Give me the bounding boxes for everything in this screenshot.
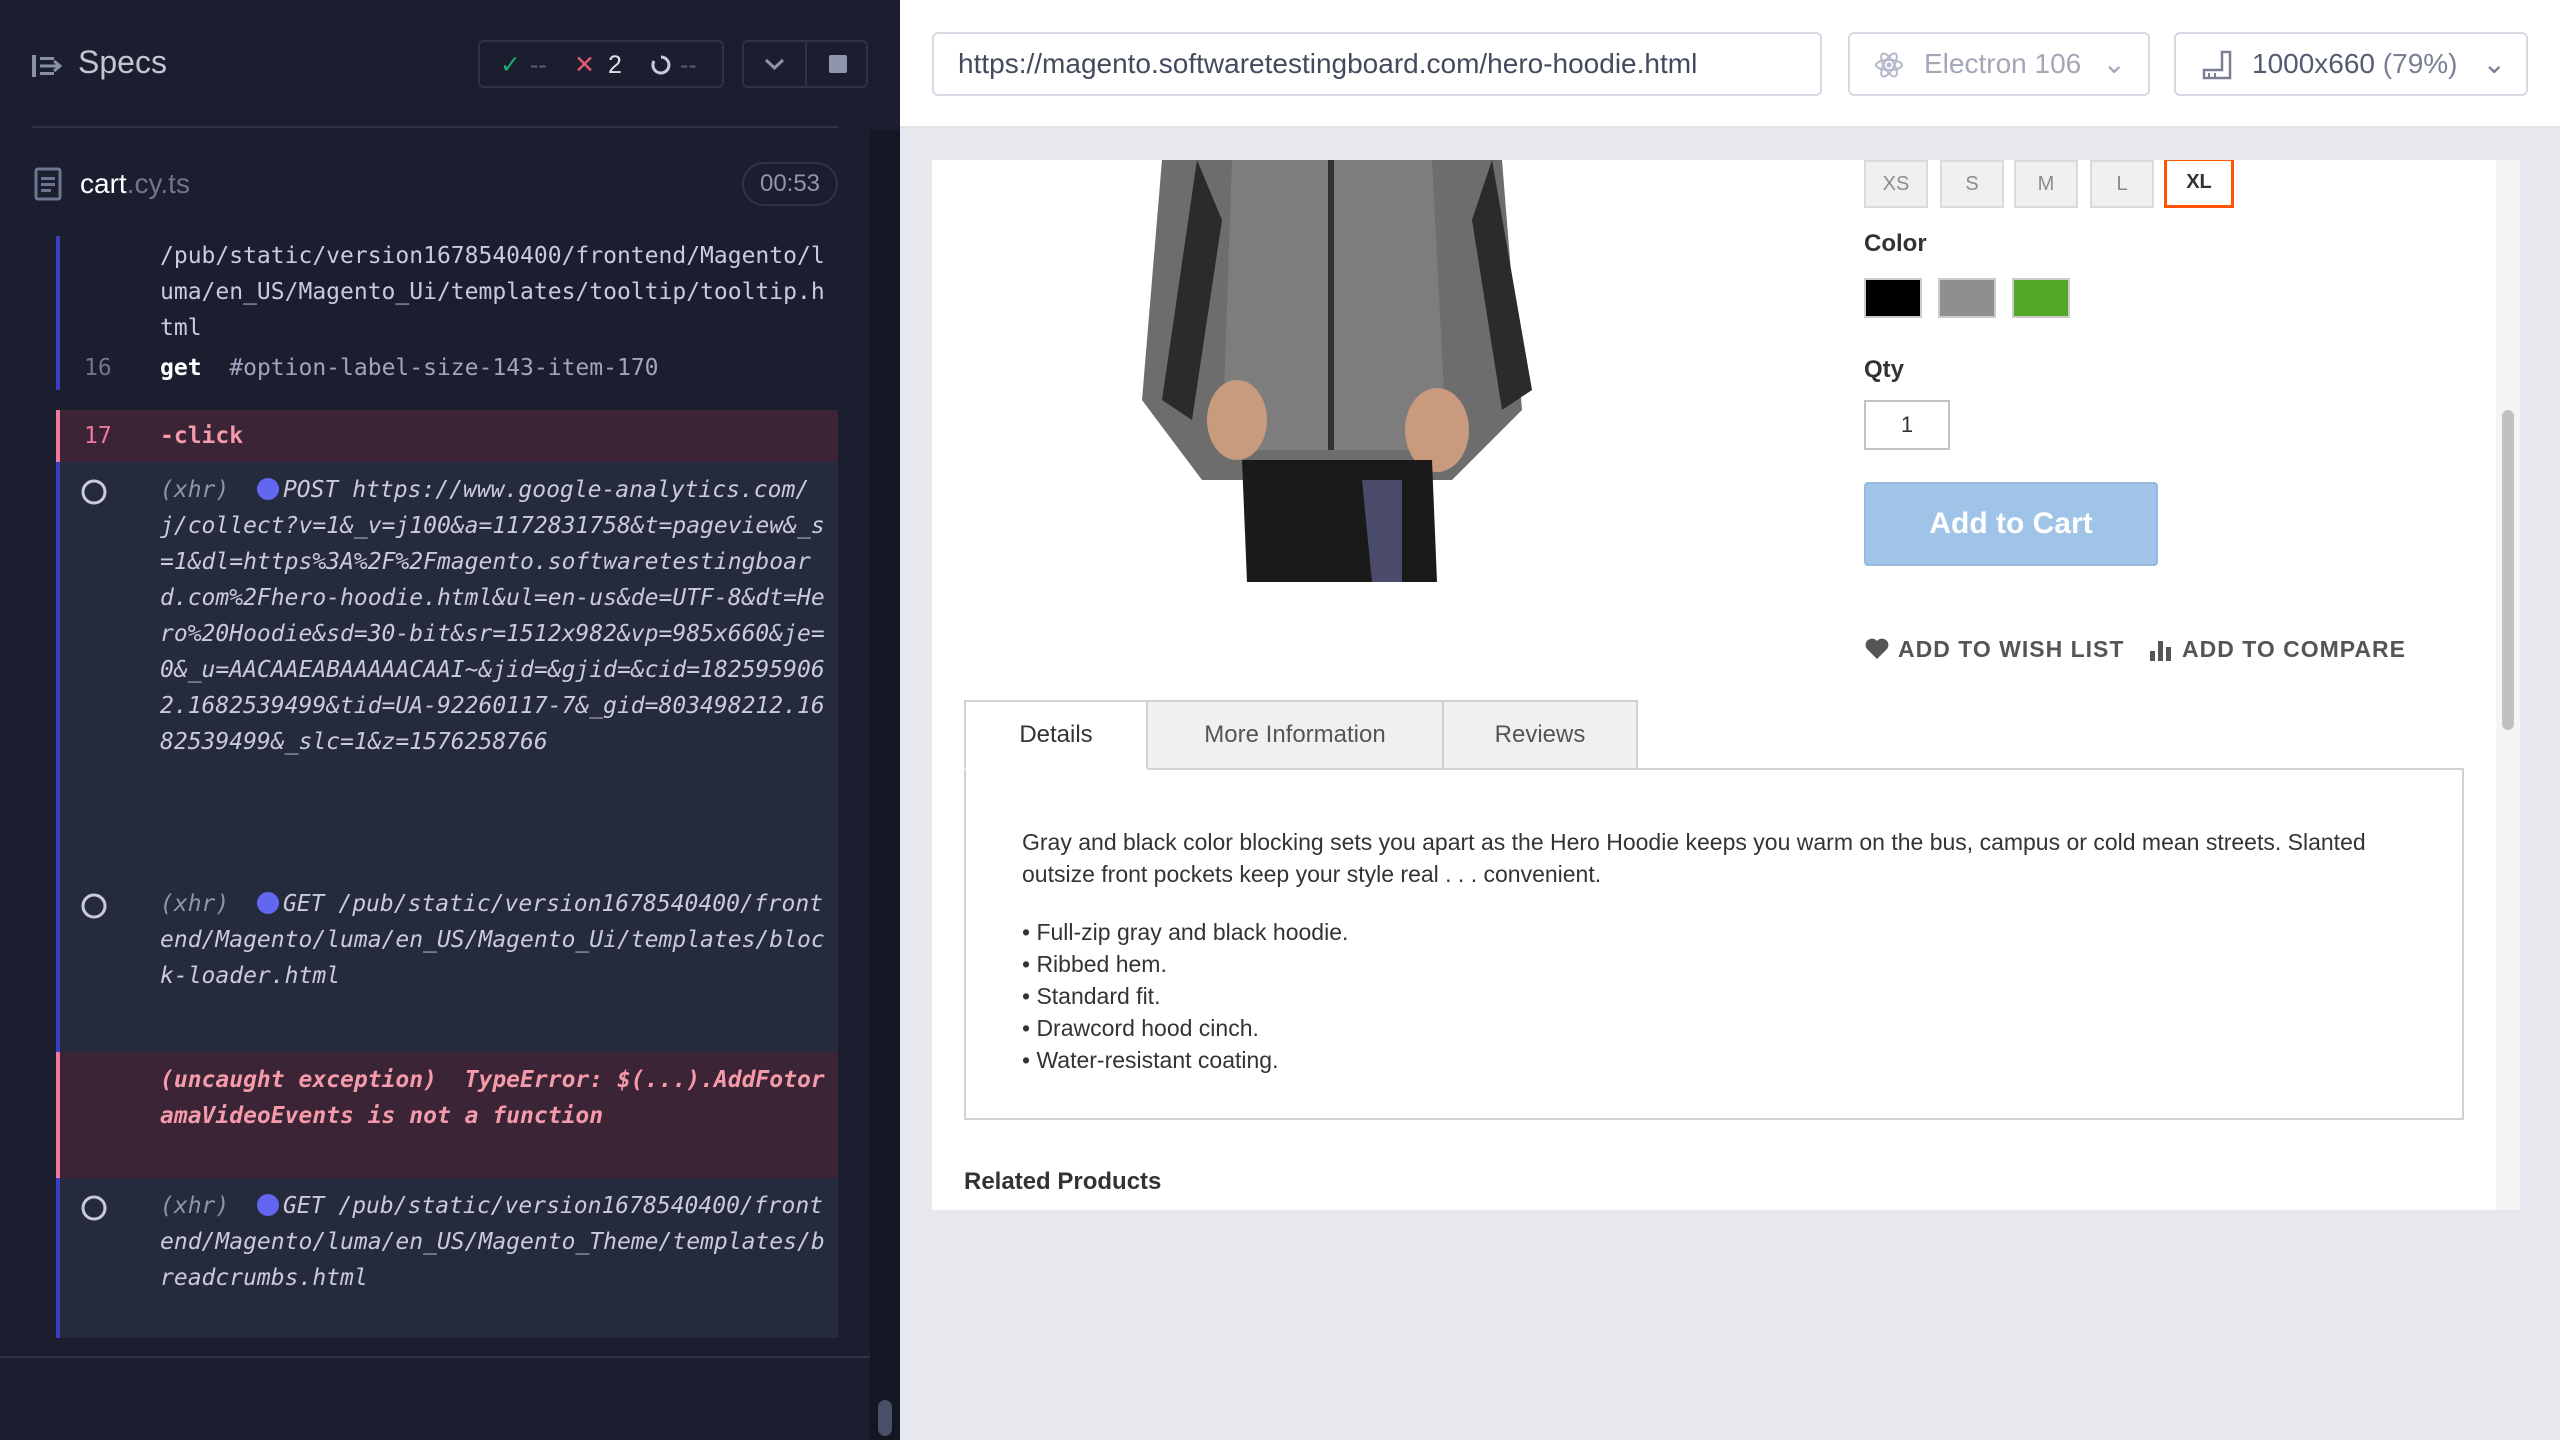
panel-scrollbar[interactable] <box>870 130 900 1440</box>
tab-more-information[interactable]: More Information <box>1146 700 1444 770</box>
color-swatch[interactable] <box>2012 278 2070 318</box>
list-item: • Drawcord hood cinch. <box>1022 1015 1259 1041</box>
pending-count: -- <box>680 51 697 79</box>
add-to-cart-button[interactable]: Add to Cart <box>1864 482 2158 566</box>
product-image <box>1142 160 1532 582</box>
log-entry-xhr[interactable]: (xhr) GET /pub/static/version1678540400/… <box>56 1178 838 1338</box>
app-under-test: https://magento.softwaretestingboard.com… <box>900 0 2560 1440</box>
product-description: Gray and black color blocking sets you a… <box>1022 829 2366 887</box>
tab-reviews[interactable]: Reviews <box>1442 700 1638 770</box>
browser-selector[interactable]: Electron 106 ⌄ <box>1848 32 2150 96</box>
list-item: • Standard fit. <box>1022 983 1161 1009</box>
log-entry-xhr[interactable]: (xhr) GET /pub/static/version1678540400/… <box>56 876 838 1052</box>
log-entry[interactable]: /pub/static/version1678540400/frontend/M… <box>56 236 838 348</box>
passed-count: -- <box>530 51 547 79</box>
check-icon: ✓ <box>500 51 521 79</box>
aut-header: https://magento.softwaretestingboard.com… <box>900 0 2560 128</box>
specs-menu-icon[interactable] <box>32 52 62 80</box>
panel-scrollbar-thumb[interactable] <box>878 1400 892 1436</box>
tab-details[interactable]: Details <box>964 700 1148 770</box>
heart-icon <box>1865 638 1889 659</box>
spec-file-name: cart.cy.ts <box>80 168 190 199</box>
test-stats: ✓ -- ✕ 2 -- <box>478 40 724 88</box>
url-field[interactable]: https://magento.softwaretestingboard.com… <box>932 32 1822 96</box>
size-option-s[interactable]: S <box>1940 160 2004 208</box>
qty-input[interactable]: 1 <box>1864 400 1950 450</box>
log-entry-click[interactable]: 17 -click <box>56 410 838 462</box>
log-entry-get[interactable]: 16 get #option-label-size-143-item-170 <box>56 348 838 390</box>
chevron-down-icon: ⌄ <box>2482 48 2506 79</box>
color-label: Color <box>1864 230 1927 257</box>
chevron-down-icon: ⌄ <box>2102 48 2126 79</box>
size-option-xl[interactable]: XL <box>2164 160 2234 208</box>
document-icon <box>34 167 62 201</box>
loading-spinner-icon <box>81 893 107 919</box>
size-option-m[interactable]: M <box>2014 160 2078 208</box>
stop-button[interactable] <box>807 42 868 86</box>
color-swatch[interactable] <box>1938 278 1996 318</box>
runner-header: Specs ✓ -- ✕ 2 -- <box>0 0 900 130</box>
loading-spinner-icon <box>81 1195 107 1221</box>
failed-count: 2 <box>608 51 622 79</box>
chevron-down-icon <box>764 58 785 71</box>
list-item: • Water-resistant coating. <box>1022 1047 1279 1073</box>
spec-file-row[interactable]: cart.cy.ts 00:53 <box>0 150 880 220</box>
feature-list: • Full-zip gray and black hoodie. • Ribb… <box>1022 916 1348 1076</box>
ruler-icon <box>2202 50 2232 80</box>
bar-chart-icon <box>2150 641 2171 661</box>
qty-label: Qty <box>1864 356 1905 383</box>
runner-controls <box>742 40 868 88</box>
add-to-compare-link[interactable]: ADD TO COMPARE <box>2148 636 2406 663</box>
command-log: /pub/static/version1678540400/frontend/M… <box>56 236 838 1338</box>
specs-title[interactable]: Specs <box>78 44 167 81</box>
size-option-xs[interactable]: XS <box>1864 160 1928 208</box>
page-scrollbar-thumb[interactable] <box>2502 410 2514 730</box>
pending-icon <box>650 50 672 80</box>
log-entry-exception[interactable]: (uncaught exception) TypeError: $(...).A… <box>56 1052 838 1178</box>
x-icon: ✕ <box>574 51 595 79</box>
electron-icon <box>1875 52 1903 78</box>
list-item: • Ribbed hem. <box>1022 951 1167 977</box>
details-panel: Gray and black color blocking sets you a… <box>964 768 2464 1120</box>
spec-duration: 00:53 <box>742 162 838 206</box>
related-products-heading: Related Products <box>964 1168 1162 1195</box>
color-swatch[interactable] <box>1864 278 1922 318</box>
log-entry-xhr[interactable]: (xhr) POST https://www.google-analytics.… <box>56 462 838 876</box>
loading-spinner-icon <box>81 479 107 505</box>
add-to-wishlist-link[interactable]: ADD TO WISH LIST <box>1864 636 2124 663</box>
list-item: • Full-zip gray and black hoodie. <box>1022 919 1349 945</box>
stop-icon <box>829 55 847 73</box>
viewport-selector[interactable]: 1000x660 (79%) ⌄ <box>2174 32 2528 96</box>
size-option-l[interactable]: L <box>2090 160 2154 208</box>
product-tabs: Details More Information Reviews Gray an… <box>964 700 2464 1120</box>
collapse-button[interactable] <box>744 42 805 86</box>
product-page: XS S M L XL Color Qty 1 Add to Cart ADD TO W… <box>932 160 2496 1210</box>
command-log-panel: Specs ✓ -- ✕ 2 -- cart.cy.ts 00:53 /pub/… <box>0 0 900 1440</box>
